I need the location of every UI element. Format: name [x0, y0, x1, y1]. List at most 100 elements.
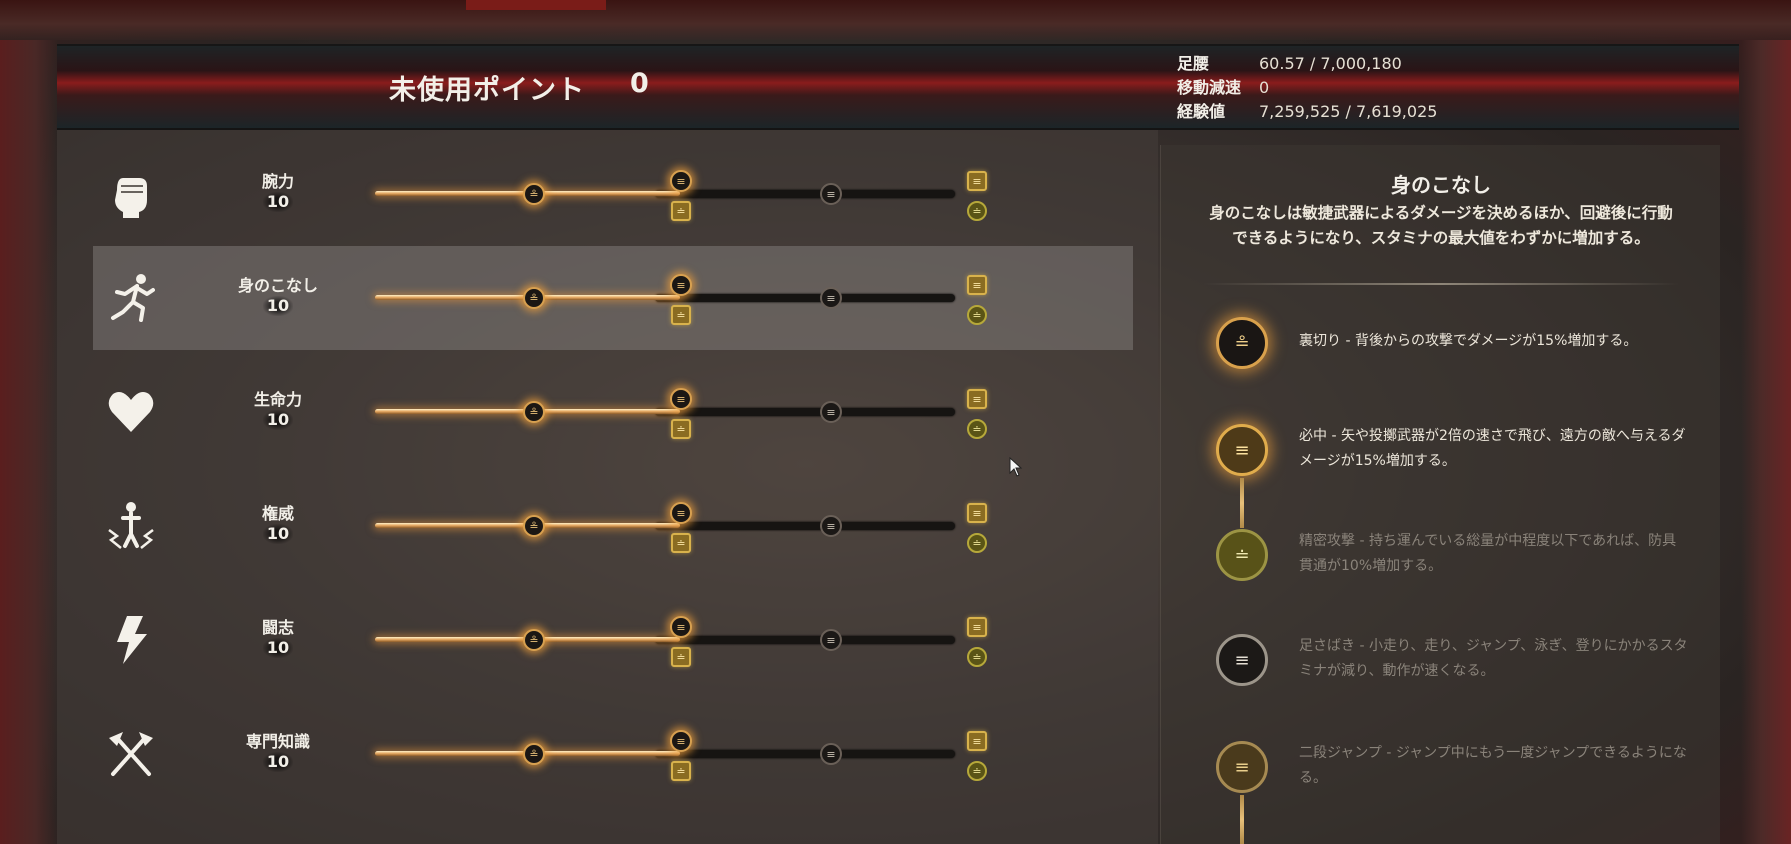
- background-left: [0, 40, 58, 844]
- stat-row-encumbrance: 足腰 60.57 / 7,000,180: [1177, 52, 1437, 76]
- perk-node-10b[interactable]: ≐: [671, 761, 691, 781]
- perk-row[interactable]: ≗ 裏切り - 背後からの攻撃でダメージが15%増加する。: [1161, 307, 1721, 397]
- perk-row[interactable]: ≡ 必中 - 矢や投擲武器が2倍の速さで飛び、遠方の敵へ与えるダメージが15%増…: [1161, 410, 1721, 500]
- stat-key: 移動減速: [1177, 78, 1242, 97]
- perk-icon-sure-hit[interactable]: ≡: [1216, 424, 1268, 476]
- top-strip: [0, 0, 1791, 40]
- perk-node-10a[interactable]: ≡: [670, 502, 692, 524]
- top-tab-indicator[interactable]: [466, 0, 606, 10]
- attribute-row-survival[interactable]: 闘志 10 ≗ ≡ ≐ ≡ ≡ ≐: [93, 588, 1133, 692]
- track-remaining: [655, 408, 955, 416]
- attribute-value: 10: [263, 192, 293, 212]
- attribute-name: 専門知識: [245, 732, 310, 751]
- perk-node-15[interactable]: ≡: [820, 515, 842, 537]
- attribute-name: 生命力: [253, 390, 302, 409]
- perk-node-10b[interactable]: ≐: [671, 647, 691, 667]
- perk-row[interactable]: ≡ 足さばき - 小走り、走り、ジャンプ、泳ぎ、登りにかかるスタミナが減り、動作…: [1161, 620, 1721, 710]
- perk-node-10a[interactable]: ≡: [670, 616, 692, 638]
- stat-key: 経験値: [1177, 102, 1226, 121]
- attribute-value: 10: [263, 752, 293, 772]
- track-remaining: [655, 750, 955, 758]
- detail-title: 身のこなし: [1391, 173, 1491, 197]
- attribute-row-agility[interactable]: 身のこなし 10 ≗ ≡ ≐ ≡ ≡ ≐: [93, 246, 1133, 350]
- attribute-row-grit[interactable]: 権威 10 ≗ ≡ ≐ ≡ ≡ ≐: [93, 474, 1133, 578]
- perk-node-15[interactable]: ≡: [820, 629, 842, 651]
- perk-node-15[interactable]: ≡: [820, 743, 842, 765]
- attribute-value: 10: [263, 296, 293, 316]
- fist-icon: [103, 166, 159, 222]
- perk-icon-precision[interactable]: ≐: [1216, 529, 1268, 581]
- figure-lightning-icon: [103, 498, 159, 554]
- perk-node-20a[interactable]: ≡: [967, 389, 987, 409]
- perk-icon-footwork[interactable]: ≡: [1216, 634, 1268, 686]
- perk-node-10a[interactable]: ≡: [670, 170, 692, 192]
- perk-node-10a[interactable]: ≡: [670, 388, 692, 410]
- perk-node-20a[interactable]: ≡: [967, 503, 987, 523]
- perk-node-15[interactable]: ≡: [820, 287, 842, 309]
- perk-node-20b[interactable]: ≐: [967, 305, 987, 325]
- stat-key: 足腰: [1177, 54, 1210, 73]
- perk-node-10b[interactable]: ≐: [671, 201, 691, 221]
- attribute-row-strength[interactable]: 腕力 10 ≗ ≡ ≐ ≡ ≡ ≐: [93, 142, 1133, 246]
- perk-text: 二段ジャンプ - ジャンプ中にもう一度ジャンプできるようになる。: [1299, 745, 1687, 786]
- perk-node-20a[interactable]: ≡: [967, 171, 987, 191]
- perk-node-20b[interactable]: ≐: [967, 647, 987, 667]
- perk-node-20a[interactable]: ≡: [967, 275, 987, 295]
- attribute-progress-track: ≗ ≡ ≐ ≡ ≡ ≐: [375, 170, 987, 221]
- attribute-row-expertise[interactable]: 専門知識 10 ≗ ≡ ≐ ≡ ≡ ≐: [93, 702, 1133, 806]
- stat-value: 7,259,525 / 7,619,025: [1259, 102, 1438, 121]
- attribute-list-panel: 腕力 10 ≗ ≡ ≐ ≡ ≡ ≐ 身のこなし 10 ≗ ≡ ≐ ≡ ≡ ≐ 生…: [57, 130, 1158, 844]
- attribute-value: 10: [263, 638, 293, 658]
- attribute-name: 身のこなし: [237, 276, 318, 295]
- mouse-cursor-icon: [1009, 457, 1023, 477]
- perk-icon-backstab[interactable]: ≗: [1216, 317, 1268, 369]
- attribute-row-vitality[interactable]: 生命力 10 ≗ ≡ ≐ ≡ ≡ ≐: [93, 360, 1133, 464]
- perk-text: 足さばき - 小走り、走り、ジャンプ、泳ぎ、登りにかかるスタミナが減り、動作が速…: [1299, 638, 1688, 679]
- attribute-progress-track: ≗ ≡ ≐ ≡ ≡ ≐: [375, 502, 987, 553]
- perk-node-5[interactable]: ≗: [523, 515, 545, 537]
- perk-text: 精密攻撃 - 持ち運んでいる総量が中程度以下であれば、防具貫通が10%増加する。: [1299, 533, 1677, 574]
- track-remaining: [655, 636, 955, 644]
- perk-node-10b[interactable]: ≐: [671, 305, 691, 325]
- attribute-name: 権威: [261, 504, 294, 523]
- perk-node-20a[interactable]: ≡: [967, 617, 987, 637]
- stat-value: 0: [1259, 78, 1270, 97]
- perk-node-5[interactable]: ≗: [523, 401, 545, 423]
- perk-node-5[interactable]: ≗: [523, 743, 545, 765]
- perk-node-5[interactable]: ≗: [523, 287, 545, 309]
- perk-text: 必中 - 矢や投擲武器が2倍の速さで飛び、遠方の敵へ与えるダメージが15%増加す…: [1299, 428, 1686, 469]
- perk-node-20b[interactable]: ≐: [967, 419, 987, 439]
- attribute-progress-track: ≗ ≡ ≐ ≡ ≡ ≐: [375, 616, 987, 667]
- crossed-tools-icon: [103, 726, 159, 782]
- perk-connector: [1240, 795, 1244, 844]
- running-figure-icon: [103, 270, 159, 326]
- perk-row[interactable]: ≐ 精密攻撃 - 持ち運んでいる総量が中程度以下であれば、防具貫通が10%増加す…: [1161, 515, 1721, 605]
- attribute-progress-track: ≗ ≡ ≐ ≡ ≡ ≐: [375, 388, 987, 439]
- attribute-name: 闘志: [261, 618, 294, 637]
- perk-node-10a[interactable]: ≡: [670, 730, 692, 752]
- perk-node-20a[interactable]: ≡: [967, 731, 987, 751]
- perk-node-20b[interactable]: ≐: [967, 533, 987, 553]
- perk-node-10b[interactable]: ≐: [671, 533, 691, 553]
- attribute-detail-panel: 身のこなし 身のこなしは敏捷武器によるダメージを決めるほか、回避後に行動できるよ…: [1160, 145, 1720, 844]
- perk-node-10b[interactable]: ≐: [671, 419, 691, 439]
- attribute-name: 腕力: [261, 172, 294, 191]
- perk-node-5[interactable]: ≗: [523, 629, 545, 651]
- track-remaining: [655, 522, 955, 530]
- perk-node-15[interactable]: ≡: [820, 183, 842, 205]
- attribute-progress-track: ≗ ≡ ≐ ≡ ≡ ≐: [375, 730, 987, 781]
- perk-node-15[interactable]: ≡: [820, 401, 842, 423]
- unused-points-value: 0: [630, 68, 649, 99]
- perk-node-20b[interactable]: ≐: [967, 201, 987, 221]
- perk-text: 裏切り - 背後からの攻撃でダメージが15%増加する。: [1299, 333, 1638, 349]
- perk-row[interactable]: ≡ 二段ジャンプ - ジャンプ中にもう一度ジャンプできるようになる。: [1161, 727, 1721, 817]
- perk-node-10a[interactable]: ≡: [670, 274, 692, 296]
- perk-node-20b[interactable]: ≐: [967, 761, 987, 781]
- lightning-bolt-icon: [103, 612, 159, 668]
- stat-value: 60.57 / 7,000,180: [1259, 54, 1402, 73]
- detail-divider: [1203, 283, 1679, 285]
- track-remaining: [655, 190, 955, 198]
- perk-icon-double-jump[interactable]: ≡: [1216, 741, 1268, 793]
- heart-icon: [103, 384, 159, 440]
- perk-node-5[interactable]: ≗: [523, 183, 545, 205]
